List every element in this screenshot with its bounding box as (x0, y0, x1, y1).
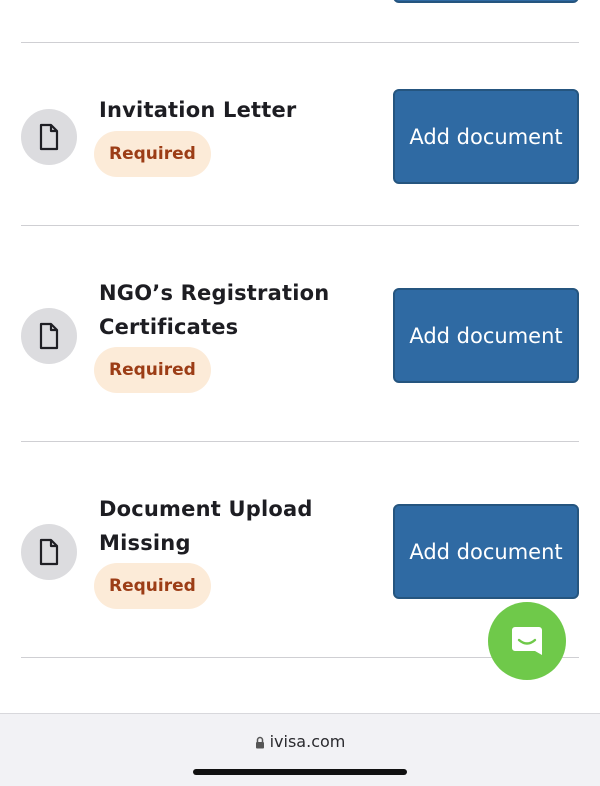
divider (21, 225, 579, 226)
address-bar[interactable]: ivisa.com (0, 732, 600, 753)
url-text: ivisa.com (269, 732, 346, 751)
browser-bottom-bar: ivisa.com (0, 713, 600, 786)
file-icon (21, 109, 77, 165)
add-document-button[interactable]: Add document (393, 89, 579, 184)
document-title: NGO’s Registration Certificates (99, 281, 330, 339)
status-badge: Required (94, 131, 211, 177)
add-document-button[interactable]: Add document (393, 504, 579, 599)
document-title: Document Upload Missing (99, 497, 313, 555)
chat-button[interactable] (488, 602, 566, 680)
add-document-button-label: Add document (409, 323, 563, 348)
home-indicator (193, 769, 407, 775)
add-document-button[interactable]: Add document (393, 288, 579, 383)
divider (21, 42, 579, 43)
status-badge: Required (94, 563, 211, 609)
divider (21, 441, 579, 442)
chat-icon (512, 627, 542, 655)
add-document-button-partial[interactable] (393, 0, 579, 3)
status-badge: Required (94, 347, 211, 393)
file-icon (21, 524, 77, 580)
lock-icon (255, 734, 265, 753)
document-title: Invitation Letter (99, 98, 297, 122)
add-document-button-label: Add document (409, 124, 563, 149)
add-document-button-label: Add document (409, 539, 563, 564)
file-icon (21, 308, 77, 364)
